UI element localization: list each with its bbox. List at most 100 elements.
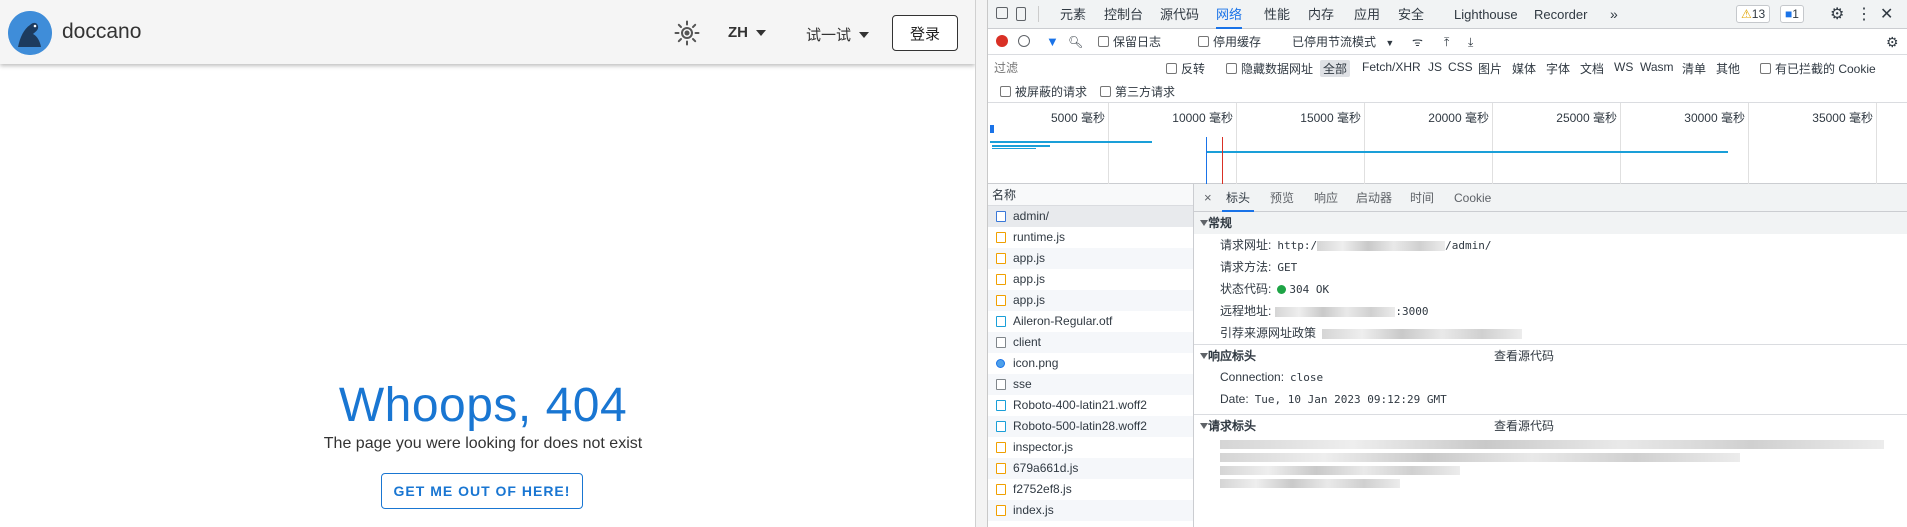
- tab-timing[interactable]: 时间: [1410, 184, 1434, 212]
- blocked-cookies-checkbox[interactable]: 有已拦截的 Cookie: [1760, 60, 1876, 77]
- app-brand-name[interactable]: doccano: [62, 20, 141, 44]
- filter-type-font[interactable]: 字体: [1546, 60, 1570, 77]
- filter-type-other[interactable]: 其他: [1716, 60, 1740, 77]
- device-toolbar-icon[interactable]: [1016, 7, 1026, 21]
- hide-data-urls-checkbox[interactable]: 隐藏数据网址: [1226, 60, 1313, 77]
- get-me-out-button[interactable]: GET ME OUT OF HERE!: [381, 473, 583, 509]
- filter-funnel-icon[interactable]: ▼: [1046, 33, 1059, 51]
- timeline-bar: [992, 145, 1050, 147]
- tab-console[interactable]: 控制台: [1104, 0, 1143, 29]
- invert-checkbox[interactable]: 反转: [1166, 60, 1205, 77]
- theme-toggle-sun-icon[interactable]: [674, 20, 700, 46]
- request-row[interactable]: Roboto-500-latin28.woff2: [988, 416, 1193, 437]
- throttling-select[interactable]: 已停用节流模式 ▼: [1292, 33, 1394, 52]
- request-row[interactable]: icon.png: [988, 353, 1193, 374]
- network-overview-timeline[interactable]: 5000 毫秒 10000 毫秒 15000 毫秒 20000 毫秒 25000…: [988, 103, 1907, 184]
- more-tabs-icon[interactable]: »: [1610, 0, 1618, 29]
- disable-cache-checkbox[interactable]: 停用缓存: [1198, 33, 1261, 51]
- filter-type-fetch-xhr[interactable]: Fetch/XHR: [1362, 60, 1421, 74]
- import-har-icon[interactable]: ⤒: [1444, 33, 1449, 51]
- tab-memory[interactable]: 内存: [1308, 0, 1334, 29]
- tab-recorder[interactable]: Recorder: [1534, 0, 1587, 29]
- tab-sources[interactable]: 源代码: [1160, 0, 1199, 29]
- tab-lighthouse[interactable]: Lighthouse: [1454, 0, 1518, 29]
- clear-icon[interactable]: [1018, 35, 1030, 47]
- hide-data-urls-label: 隐藏数据网址: [1241, 62, 1314, 76]
- filter-type-img[interactable]: 图片: [1478, 60, 1502, 77]
- request-row[interactable]: 679a661d.js: [988, 458, 1193, 479]
- export-har-icon[interactable]: ⤓: [1468, 33, 1473, 51]
- timeline-tick: 5000 毫秒: [1051, 103, 1109, 184]
- try-menu[interactable]: 试一试: [806, 24, 870, 45]
- tab-headers[interactable]: 标头: [1222, 184, 1255, 212]
- preserve-log-checkbox[interactable]: 保留日志: [1098, 33, 1161, 51]
- search-icon[interactable]: 🔍︎: [1068, 33, 1083, 51]
- filter-type-media[interactable]: 媒体: [1512, 60, 1536, 77]
- close-devtools-icon[interactable]: ✕: [1880, 0, 1893, 29]
- tab-performance[interactable]: 性能: [1264, 0, 1290, 29]
- response-headers-section-header[interactable]: 响应标头 查看源代码: [1194, 344, 1907, 366]
- language-label: ZH: [728, 24, 748, 41]
- request-row[interactable]: sse: [988, 374, 1193, 395]
- tab-response[interactable]: 响应: [1314, 184, 1338, 212]
- request-row[interactable]: app.js: [988, 248, 1193, 269]
- tab-elements[interactable]: 元素: [1060, 0, 1086, 29]
- filter-type-ws[interactable]: WS: [1614, 60, 1633, 74]
- chevron-down-icon: ▼: [1385, 38, 1395, 48]
- invert-label: 反转: [1181, 62, 1206, 76]
- tab-initiator[interactable]: 启动器: [1356, 184, 1392, 212]
- tab-application[interactable]: 应用: [1354, 0, 1380, 29]
- filter-type-all[interactable]: 全部: [1320, 60, 1351, 77]
- request-row[interactable]: client: [988, 332, 1193, 353]
- settings-gear-icon[interactable]: ⚙: [1830, 0, 1844, 29]
- tab-cookies[interactable]: Cookie: [1454, 184, 1491, 212]
- tab-preview[interactable]: 预览: [1270, 184, 1294, 212]
- view-source-link[interactable]: 查看源代码: [1494, 345, 1554, 367]
- filter-type-wasm[interactable]: Wasm: [1640, 60, 1674, 74]
- login-button[interactable]: 登录: [892, 15, 958, 51]
- checkbox-box: [1760, 63, 1771, 74]
- tab-security[interactable]: 安全: [1398, 0, 1424, 29]
- font-icon: [996, 421, 1006, 432]
- network-filter-bar: 反转 隐藏数据网址 全部 Fetch/XHR JS CSS 图片 媒体 字体 文…: [988, 55, 1907, 103]
- request-row[interactable]: runtime.js: [988, 227, 1193, 248]
- request-row[interactable]: f2752ef8.js: [988, 479, 1193, 500]
- filter-type-doc[interactable]: 文档: [1580, 60, 1604, 77]
- request-row[interactable]: admin/: [988, 206, 1193, 227]
- request-row[interactable]: index.js: [988, 500, 1193, 521]
- request-row[interactable]: Aileron-Regular.otf: [988, 311, 1193, 332]
- timeline-tick: 20000 毫秒: [1428, 103, 1493, 184]
- inspect-element-icon[interactable]: [996, 7, 1008, 19]
- tab-network[interactable]: 网络: [1216, 0, 1243, 29]
- filter-type-css[interactable]: CSS: [1448, 60, 1473, 74]
- expand-arrow-icon: [1200, 423, 1208, 429]
- more-options-icon[interactable]: ⋮: [1856, 0, 1872, 29]
- network-settings-gear-icon[interactable]: ⚙: [1886, 33, 1899, 51]
- expand-arrow-icon: [1200, 353, 1208, 359]
- close-details-icon[interactable]: ×: [1204, 184, 1212, 212]
- date-header-label: Date:: [1220, 392, 1249, 406]
- record-icon[interactable]: [996, 35, 1008, 47]
- view-source-link[interactable]: 查看源代码: [1494, 415, 1554, 437]
- request-row[interactable]: Roboto-400-latin21.woff2: [988, 395, 1193, 416]
- request-headers-section-header[interactable]: 请求标头 查看源代码: [1194, 414, 1907, 436]
- name-column-header[interactable]: 名称: [988, 184, 1193, 206]
- request-row[interactable]: inspector.js: [988, 437, 1193, 458]
- request-row[interactable]: app.js: [988, 269, 1193, 290]
- redacted-line: [1220, 440, 1884, 449]
- blocked-requests-checkbox[interactable]: 被屏蔽的请求: [1000, 83, 1087, 100]
- filter-type-js[interactable]: JS: [1428, 60, 1442, 74]
- third-party-checkbox[interactable]: 第三方请求: [1100, 83, 1175, 100]
- doccano-logo-icon[interactable]: [8, 11, 52, 55]
- language-menu[interactable]: ZH: [728, 24, 766, 41]
- network-conditions-wifi-icon[interactable]: ᯤ: [1412, 33, 1423, 51]
- filter-input[interactable]: [992, 58, 1147, 78]
- script-icon: [996, 232, 1006, 243]
- filter-type-manifest[interactable]: 清单: [1682, 60, 1706, 77]
- warnings-badge[interactable]: ⚠13: [1736, 5, 1771, 23]
- messages-badge[interactable]: ■1: [1780, 5, 1804, 23]
- request-row[interactable]: app.js: [988, 290, 1193, 311]
- general-section-header[interactable]: 常规: [1194, 212, 1907, 234]
- status-ok-dot-icon: [1277, 285, 1287, 294]
- devtools-splitter[interactable]: [975, 0, 988, 527]
